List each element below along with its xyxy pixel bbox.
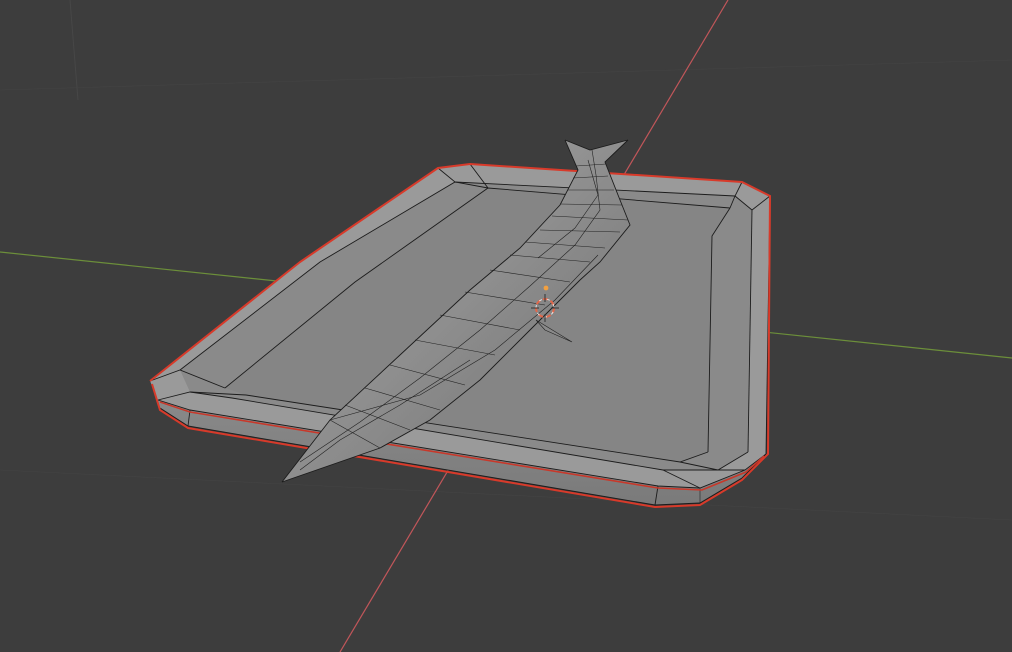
origin-dot-icon xyxy=(543,285,549,291)
3d-viewport[interactable] xyxy=(0,0,1012,652)
viewport-canvas[interactable] xyxy=(0,0,1012,652)
